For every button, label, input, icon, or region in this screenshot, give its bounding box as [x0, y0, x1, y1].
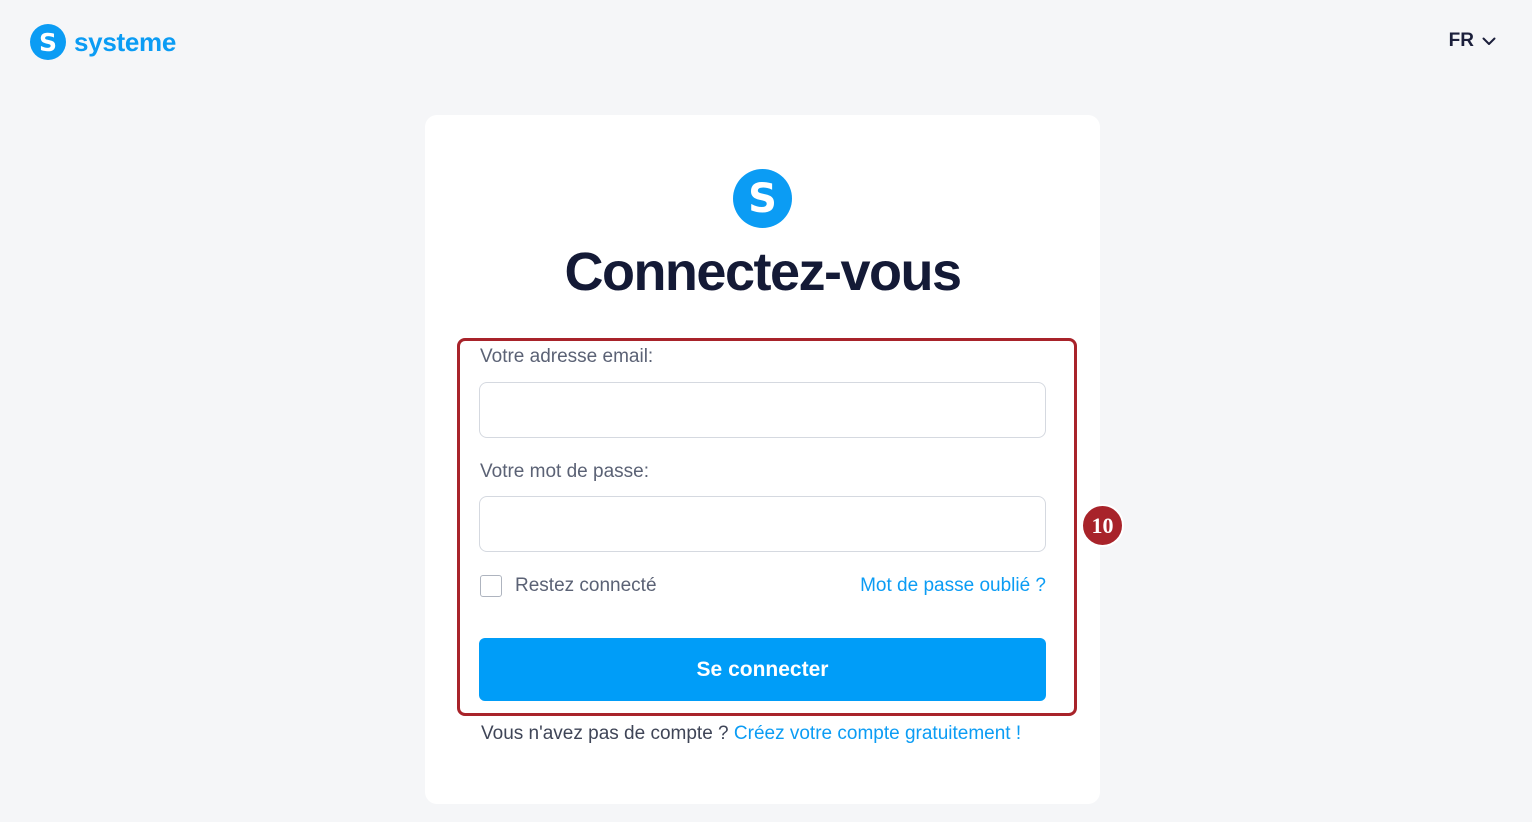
top-header: S systeme FR [0, 0, 1532, 82]
login-button[interactable]: Se connecter [479, 638, 1046, 701]
annotation-badge: 10 [1081, 504, 1124, 547]
systeme-logo-icon: S [733, 169, 792, 228]
no-account-text: Vous n'avez pas de compte ? [481, 723, 729, 744]
chevron-down-icon [1482, 37, 1496, 45]
email-label: Votre adresse email: [480, 346, 654, 367]
signup-prompt: Vous n'avez pas de compte ? Créez votre … [481, 723, 1021, 745]
systeme-logo-icon: S [30, 24, 66, 60]
remember-me-label[interactable]: Restez connecté [515, 575, 657, 597]
email-field[interactable] [479, 382, 1046, 438]
signup-link[interactable]: Créez votre compte gratuitement ! [734, 723, 1021, 744]
page-title: Connectez-vous [564, 242, 962, 302]
brand-name: systeme [74, 26, 176, 57]
password-label: Votre mot de passe: [480, 461, 649, 482]
language-code: FR [1448, 30, 1474, 51]
password-field[interactable] [479, 496, 1046, 552]
remember-me-checkbox[interactable] [480, 575, 502, 597]
brand-logo-link[interactable]: S systeme [30, 24, 176, 60]
language-selector[interactable]: FR [1449, 30, 1496, 52]
forgot-password-link[interactable]: Mot de passe oublié ? [860, 575, 1046, 597]
